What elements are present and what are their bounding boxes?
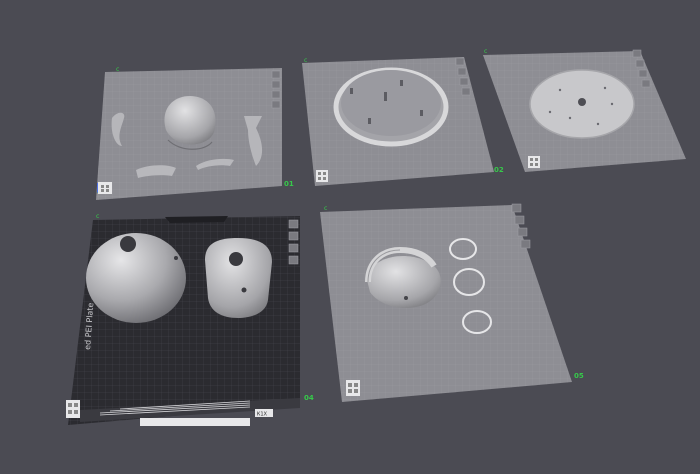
plate-grid xyxy=(320,205,572,402)
model-large-sphere-shell[interactable] xyxy=(86,233,186,323)
lock-icon[interactable] xyxy=(271,100,281,109)
arrange-icon[interactable] xyxy=(271,90,281,99)
build-plate-1[interactable]: c 01 xyxy=(96,66,294,200)
orient-icon[interactable] xyxy=(514,215,525,225)
model-medium-dome-shell[interactable] xyxy=(205,238,272,318)
arrange-icon[interactable] xyxy=(517,227,528,237)
close-icon[interactable] xyxy=(288,219,299,229)
plate-badge-icon[interactable] xyxy=(346,380,360,396)
dome-opening-icon xyxy=(229,252,243,266)
plate-badge-icon[interactable] xyxy=(316,170,328,182)
orient-icon[interactable] xyxy=(288,231,299,241)
plate-corner-id: c xyxy=(324,205,327,212)
close-icon[interactable] xyxy=(511,203,522,213)
lock-icon[interactable] xyxy=(288,255,299,265)
lock-icon[interactable] xyxy=(461,87,471,96)
orient-icon[interactable] xyxy=(457,67,467,76)
lock-icon[interactable] xyxy=(641,79,651,88)
plate-model-label: K1X xyxy=(257,412,268,418)
build-plates-viewport: c 01 c 02 c c ed PEI Plate K1X 04 c 05 xyxy=(66,48,686,426)
build-plate-5[interactable]: c 05 xyxy=(320,203,584,402)
plate-corner-id: c xyxy=(304,57,307,64)
plate-corner-id: c xyxy=(116,66,119,73)
lock-icon[interactable] xyxy=(520,239,531,249)
plate-front-label xyxy=(140,418,250,426)
orient-icon[interactable] xyxy=(271,80,281,89)
plate-badge-icon[interactable] xyxy=(528,156,540,168)
plate-number: 02 xyxy=(494,166,504,174)
close-icon[interactable] xyxy=(455,57,465,66)
arrange-icon[interactable] xyxy=(638,69,648,78)
close-icon[interactable] xyxy=(632,49,642,58)
plate-corner-id: c xyxy=(484,48,487,55)
plate-number: 05 xyxy=(574,372,584,380)
arrange-icon[interactable] xyxy=(288,243,299,253)
build-plate-3[interactable]: c xyxy=(483,48,686,172)
plate-badge-icon[interactable] xyxy=(98,182,112,194)
build-plate-4[interactable]: c ed PEI Plate K1X 04 xyxy=(66,213,314,426)
disc-center-hole-icon xyxy=(578,98,586,106)
close-icon[interactable] xyxy=(271,70,281,79)
build-plate-2[interactable]: c 02 xyxy=(302,57,504,186)
plate-corner-id: c xyxy=(96,213,99,220)
model-head-shell[interactable] xyxy=(164,96,216,145)
plate-number: 04 xyxy=(304,394,314,402)
plate-number: 01 xyxy=(284,180,294,188)
sphere-opening-icon xyxy=(120,236,136,252)
arrange-icon[interactable] xyxy=(459,77,469,86)
plate-badge-icon[interactable] xyxy=(66,400,80,418)
orient-icon[interactable] xyxy=(635,59,645,68)
